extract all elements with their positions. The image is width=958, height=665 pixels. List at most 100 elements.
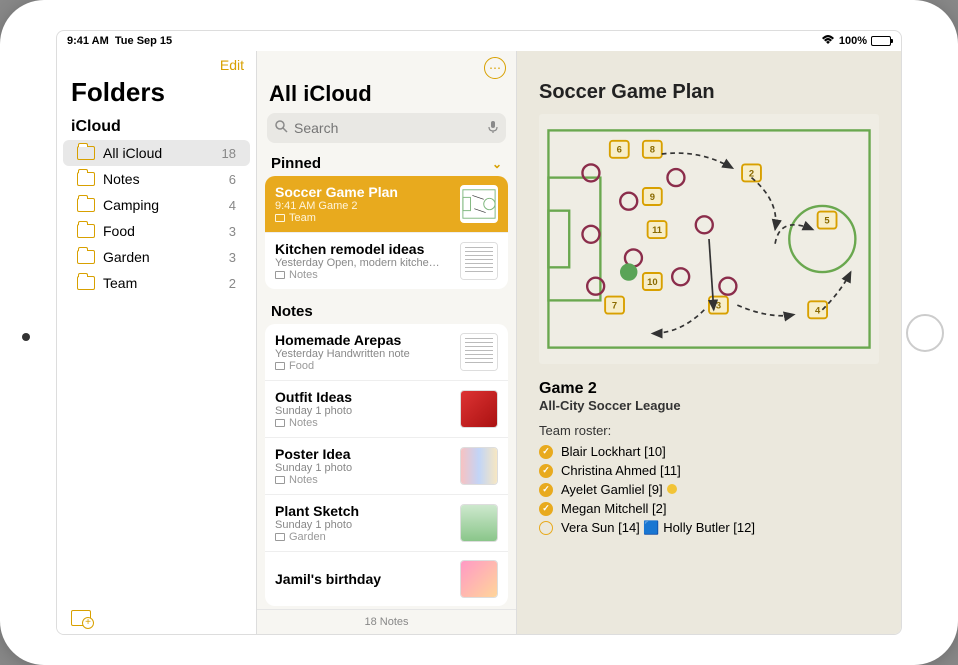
wifi-icon (821, 34, 835, 48)
folder-list: All iCloud 18 Notes 6 Camping 4 Food 3 G… (57, 140, 256, 296)
note-title: Soccer Game Plan (275, 184, 452, 200)
note-thumbnail (460, 185, 498, 223)
note-card[interactable]: Outfit Ideas Sunday 1 photo Notes (265, 381, 508, 438)
note-thumbnail (460, 390, 498, 428)
status-time: 9:41 AM Tue Sep 15 (67, 35, 172, 47)
folder-item-food[interactable]: Food 3 (63, 218, 250, 244)
folder-icon (77, 224, 95, 238)
detail-title: Soccer Game Plan (539, 81, 879, 104)
svg-text:3: 3 (716, 301, 721, 312)
folder-icon (77, 146, 95, 160)
folder-name: Food (103, 223, 221, 239)
folder-mini-icon (275, 362, 285, 370)
note-subtitle: Yesterday Open, modern kitche… (275, 257, 452, 269)
roster-name: Blair Lockhart [10] (561, 444, 666, 459)
note-title: Kitchen remodel ideas (275, 241, 452, 257)
folder-item-team[interactable]: Team 2 (63, 270, 250, 296)
folder-item-camping[interactable]: Camping 4 (63, 192, 250, 218)
highlight-dot (667, 484, 677, 494)
search-input[interactable] (294, 120, 482, 136)
note-card[interactable]: Kitchen remodel ideas Yesterday Open, mo… (265, 233, 508, 289)
folder-count: 18 (222, 146, 236, 161)
mic-icon[interactable] (488, 120, 498, 137)
chevron-down-icon: ⌄ (492, 157, 502, 171)
home-button[interactable] (906, 314, 944, 352)
svg-text:11: 11 (652, 225, 662, 236)
note-card[interactable]: Soccer Game Plan 9:41 AM Game 2 Team (265, 176, 508, 233)
note-card[interactable]: Jamil's birthday (265, 552, 508, 606)
screen: 9:41 AM Tue Sep 15 100% Edit Folders iCl… (56, 30, 902, 635)
search-box[interactable] (267, 113, 506, 143)
note-card[interactable]: Plant Sketch Sunday 1 photo Garden (265, 495, 508, 552)
folder-mini-icon (275, 476, 285, 484)
roster-item[interactable]: Vera Sun [14] 🟦 Holly Butler [12] (539, 518, 879, 538)
note-title: Jamil's birthday (275, 571, 452, 587)
checkbox-icon[interactable] (539, 483, 553, 497)
notes-header: Notes (257, 299, 516, 324)
svg-text:5: 5 (824, 216, 829, 227)
roster-item[interactable]: Blair Lockhart [10] (539, 442, 879, 461)
folder-count: 4 (229, 198, 236, 213)
svg-text:8: 8 (650, 145, 655, 156)
detail-league: All-City Soccer League (539, 398, 879, 413)
edit-button[interactable]: Edit (220, 57, 244, 73)
checkbox-icon[interactable] (539, 502, 553, 516)
note-subtitle: Sunday 1 photo (275, 519, 452, 531)
notes-list-title: All iCloud (257, 79, 516, 113)
note-title: Outfit Ideas (275, 389, 452, 405)
folder-count: 3 (229, 224, 236, 239)
roster-name: Ayelet Gamliel [9] (561, 482, 677, 497)
svg-text:9: 9 (650, 192, 655, 203)
checkbox-icon[interactable] (539, 464, 553, 478)
more-button[interactable]: ⋯ (484, 57, 506, 79)
folder-item-notes[interactable]: Notes 6 (63, 166, 250, 192)
folder-icon (77, 198, 95, 212)
new-folder-icon[interactable] (71, 610, 91, 626)
checkbox-icon[interactable] (539, 521, 553, 535)
sidebar-title: Folders (57, 73, 256, 114)
svg-text:6: 6 (617, 145, 622, 156)
note-subtitle: 9:41 AM Game 2 (275, 200, 452, 212)
field-sketch: 6 8 2 9 5 11 10 7 3 4 (539, 114, 879, 364)
pinned-header[interactable]: Pinned ⌄ (257, 151, 516, 176)
note-card[interactable]: Homemade Arepas Yesterday Handwritten no… (265, 324, 508, 381)
detail-subsection: Game 2 All-City Soccer League Team roste… (539, 380, 879, 538)
folder-icon (77, 276, 95, 290)
note-folder: Notes (275, 474, 452, 486)
status-bar: 9:41 AM Tue Sep 15 100% (57, 31, 901, 51)
note-thumbnail (460, 560, 498, 598)
folder-item-garden[interactable]: Garden 3 (63, 244, 250, 270)
note-thumbnail (460, 447, 498, 485)
folder-name: Team (103, 275, 221, 291)
folder-icon (77, 172, 95, 186)
svg-text:4: 4 (815, 305, 821, 316)
note-thumbnail (460, 504, 498, 542)
note-subtitle: Yesterday Handwritten note (275, 348, 452, 360)
roster-item[interactable]: Megan Mitchell [2] (539, 499, 879, 518)
detail-game: Game 2 (539, 380, 879, 398)
note-title: Poster Idea (275, 446, 452, 462)
note-card[interactable]: Poster Idea Sunday 1 photo Notes (265, 438, 508, 495)
notes-list-column: ⋯ All iCloud Pinned ⌄ (257, 51, 517, 634)
folder-name: Camping (103, 197, 221, 213)
roster-item[interactable]: Ayelet Gamliel [9] (539, 480, 879, 499)
folder-count: 3 (229, 250, 236, 265)
folder-item-all-icloud[interactable]: All iCloud 18 (63, 140, 250, 166)
note-detail: Soccer Game Plan (517, 51, 901, 634)
note-folder: Team (275, 212, 452, 224)
note-subtitle: Sunday 1 photo (275, 405, 452, 417)
status-right: 100% (821, 34, 891, 48)
note-title: Plant Sketch (275, 503, 452, 519)
checkbox-icon[interactable] (539, 445, 553, 459)
note-folder: Notes (275, 417, 452, 429)
note-folder: Notes (275, 269, 452, 281)
folder-name: All iCloud (103, 145, 214, 161)
roster-item[interactable]: Christina Ahmed [11] (539, 461, 879, 480)
note-thumbnail (460, 242, 498, 280)
folder-mini-icon (275, 214, 285, 222)
ipad-frame: 9:41 AM Tue Sep 15 100% Edit Folders iCl… (0, 0, 958, 665)
note-subtitle: Sunday 1 photo (275, 462, 452, 474)
folder-name: Garden (103, 249, 221, 265)
roster-name: Megan Mitchell [2] (561, 501, 667, 516)
folder-count: 2 (229, 276, 236, 291)
